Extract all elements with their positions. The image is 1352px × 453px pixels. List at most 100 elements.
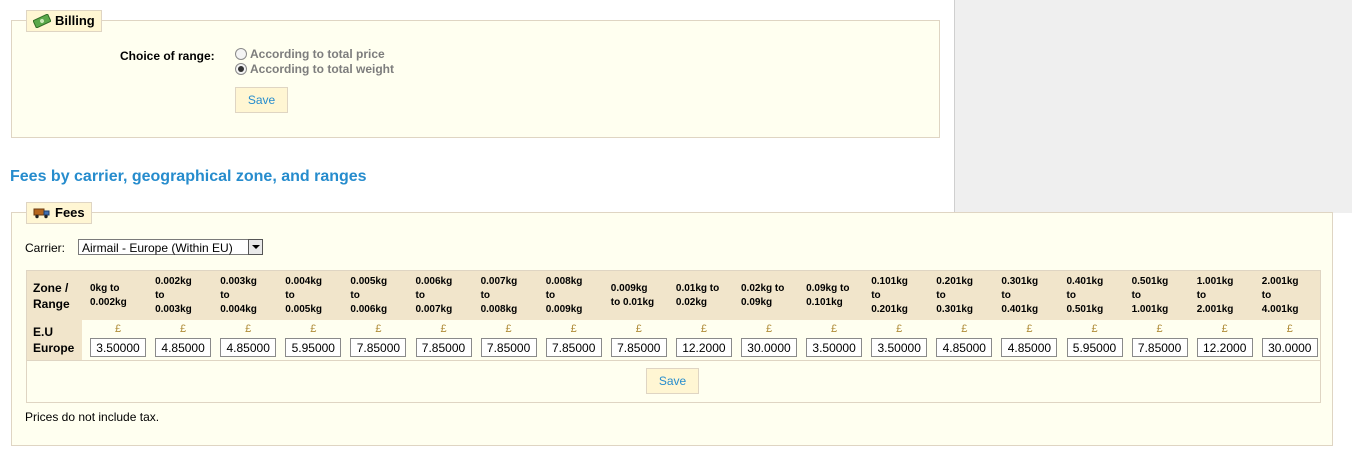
currency-symbol: £: [505, 323, 512, 335]
fee-input[interactable]: 7.85000: [350, 338, 407, 357]
range-header-line: 0.004kg: [285, 275, 322, 287]
range-header-line: to: [1261, 289, 1272, 301]
range-header: 0.005kg to 0.006kg: [350, 271, 410, 320]
fee-input[interactable]: 3.50000: [871, 338, 928, 357]
range-header-line: 2.001kg: [1196, 303, 1234, 315]
zone-name-line1: E.U: [33, 325, 54, 339]
range-header-line: to: [1196, 289, 1207, 301]
range-header-line: to: [155, 289, 165, 301]
fees-fieldset: Fees Carrier: Airmail - Europe (Within E…: [11, 202, 1333, 446]
range-header-line: 1.001kg: [1196, 275, 1234, 287]
currency-symbol: £: [375, 323, 382, 335]
fee-input[interactable]: 30.0000: [741, 338, 797, 357]
range-header-line: to: [1131, 289, 1142, 301]
grid-divider: [27, 360, 1320, 361]
range-header-line: 0.005kg: [285, 303, 322, 315]
range-header-line: 0.006kg: [415, 275, 453, 287]
range-header-line: 0.09kg: [741, 296, 773, 308]
fee-input[interactable]: 3.50000: [806, 338, 863, 357]
billing-legend: Billing: [26, 10, 102, 32]
currency-symbol: £: [1286, 323, 1293, 335]
fee-input[interactable]: 4.85000: [936, 338, 993, 357]
billing-fieldset: Billing Choice of range: According to to…: [11, 10, 940, 138]
currency-symbol: £: [1026, 323, 1033, 335]
fee-input[interactable]: 12.2000: [1196, 338, 1253, 357]
fee-input[interactable]: 5.95000: [285, 338, 342, 357]
range-header: 0.004kg to 0.005kg: [285, 271, 345, 320]
range-header-line: 0.101kg: [871, 275, 908, 287]
range-header-line: to: [220, 289, 230, 301]
range-header-line: to: [415, 289, 425, 301]
range-header: 0.007kg to 0.008kg: [481, 271, 541, 320]
fee-input[interactable]: 4.85000: [220, 338, 277, 357]
range-header-line: to: [871, 289, 881, 301]
fee-input[interactable]: 7.85000: [545, 338, 602, 357]
fee-input[interactable]: 12.2000: [675, 338, 732, 357]
range-header-text: 2.001kg to 4.001kg: [1262, 275, 1299, 317]
fees-grid: Zone / Range E.U Europe 0kg to 0.002kg £3.…: [26, 270, 1321, 403]
range-header-text: 0.008kg to 0.009kg: [546, 275, 583, 317]
zone-name-line2: Europe: [33, 341, 75, 355]
range-header-line: 0.401kg: [1001, 303, 1039, 315]
range-header-line: 2.001kg: [1261, 275, 1299, 287]
fee-input[interactable]: 7.85000: [480, 338, 537, 357]
fee-input[interactable]: 7.85000: [610, 338, 667, 357]
range-header: 0.02kg to 0.09kg: [741, 271, 801, 320]
radio-button[interactable]: [235, 48, 247, 60]
radio-label-price: According to total price: [250, 47, 385, 61]
range-header: 1.001kg to 2.001kg: [1197, 271, 1257, 320]
currency-symbol: £: [440, 323, 447, 335]
range-header: 0.009kg to 0.01kg: [611, 271, 671, 320]
range-header-line: 0.09kg to: [806, 282, 850, 294]
radio-total-price[interactable]: According to total price: [235, 47, 385, 61]
range-header: 0.09kg to 0.101kg: [806, 271, 866, 320]
range-header-text: 1.001kg to 2.001kg: [1197, 275, 1234, 317]
radio-total-weight[interactable]: According to total weight: [235, 62, 394, 76]
carrier-select[interactable]: Airmail - Europe (Within EU): [78, 239, 263, 255]
fee-input[interactable]: 4.85000: [155, 338, 212, 357]
range-header: 0.501kg to 1.001kg: [1132, 271, 1192, 320]
range-header-line: to: [545, 289, 556, 301]
range-header-text: 0.301kg to 0.401kg: [1001, 275, 1038, 317]
tax-note: Prices do not include tax.: [25, 410, 160, 424]
fee-input[interactable]: 30.0000: [1261, 338, 1318, 357]
range-header-text: 0.006kg to 0.007kg: [416, 275, 453, 317]
currency-symbol: £: [1221, 323, 1228, 335]
currency-symbol: £: [831, 323, 838, 335]
billing-legend-label: Billing: [55, 13, 95, 28]
range-header-line: 0.004kg: [220, 303, 257, 315]
range-header-line: 4.001kg: [1261, 303, 1299, 315]
range-header-line: 0.01kg to: [675, 282, 720, 294]
range-header-text: 0.005kg to 0.006kg: [350, 275, 387, 317]
currency-symbol: £: [765, 323, 773, 335]
radio-button-checked[interactable]: [235, 63, 247, 75]
range-header-text: 0.02kg to 0.09kg: [741, 282, 784, 310]
range-header: 0.201kg to 0.301kg: [936, 271, 996, 320]
carrier-select-value: Airmail - Europe (Within EU): [82, 241, 233, 255]
fees-save-button[interactable]: Save: [646, 368, 699, 394]
range-header-line: 0.007kg: [415, 303, 453, 315]
truck-icon: [33, 207, 51, 219]
currency-symbol: £: [180, 323, 187, 335]
fee-input[interactable]: 3.50000: [90, 338, 146, 357]
fee-input[interactable]: 7.85000: [415, 338, 472, 357]
range-header-text: 0.401kg to 0.501kg: [1067, 275, 1104, 317]
range-header-line: 0.02kg: [675, 296, 708, 308]
range-header-line: 0.501kg: [1131, 275, 1169, 287]
range-header-line: 0.003kg: [220, 275, 257, 287]
range-header-text: 0.01kg to 0.02kg: [676, 282, 719, 310]
range-header-line: 0.008kg: [480, 303, 518, 315]
range-header: 2.001kg to 4.001kg: [1262, 271, 1322, 320]
range-header: 0.401kg to 0.501kg: [1067, 271, 1127, 320]
choice-of-range-label: Choice of range:: [120, 49, 215, 63]
range-header-line: 0.401kg: [1066, 275, 1104, 287]
range-header-line: 0.007kg: [480, 275, 518, 287]
range-header-line: to: [285, 289, 295, 301]
fee-input[interactable]: 7.85000: [1131, 338, 1188, 357]
fee-input[interactable]: 4.85000: [1001, 338, 1058, 357]
fee-input[interactable]: 5.95000: [1066, 338, 1123, 357]
range-header: 0.301kg to 0.401kg: [1001, 271, 1061, 320]
range-header-line: to: [936, 289, 946, 301]
chevron-down-icon[interactable]: [248, 239, 263, 255]
billing-save-button[interactable]: Save: [235, 87, 288, 113]
